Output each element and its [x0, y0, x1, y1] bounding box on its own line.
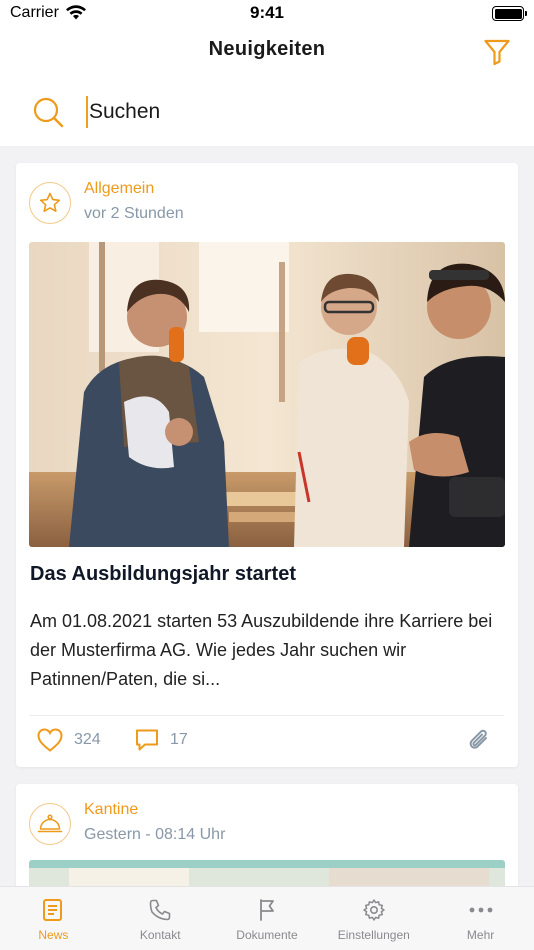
- paperclip-icon: [469, 729, 487, 749]
- post-title[interactable]: Das Ausbildungsjahr startet: [30, 563, 296, 586]
- news-feed[interactable]: Allgemein vor 2 Stunden Das Ausbildungsj…: [0, 146, 534, 886]
- post-timestamp: Gestern - 08:14 Uhr: [84, 826, 226, 843]
- filter-icon: [484, 39, 510, 66]
- search-icon: [33, 97, 64, 128]
- tab-label: Dokumente: [236, 928, 298, 942]
- page-title: Neuigkeiten: [208, 38, 326, 60]
- star-icon: [39, 192, 61, 212]
- like-count: 324: [74, 731, 101, 748]
- post-image[interactable]: [29, 860, 505, 886]
- comment-button[interactable]: 17: [134, 727, 188, 753]
- tab-news[interactable]: News: [0, 887, 107, 950]
- tab-bar: News Kontakt Dokumente Einstellungen Meh…: [0, 886, 534, 950]
- battery-icon: [492, 6, 527, 21]
- search-input[interactable]: [86, 96, 486, 128]
- flag-icon: [254, 897, 280, 923]
- more-icon: [468, 897, 494, 923]
- post-timestamp: vor 2 Stunden: [84, 205, 184, 222]
- search-bar: [0, 78, 534, 146]
- cloche-icon: [37, 814, 63, 833]
- post-image[interactable]: [29, 242, 505, 547]
- category-name[interactable]: Kantine: [84, 801, 138, 819]
- filter-button[interactable]: [482, 36, 512, 68]
- category-badge: [29, 803, 71, 845]
- status-bar: Carrier 9:41: [0, 0, 534, 28]
- news-card[interactable]: Kantine Gestern - 08:14 Uhr: [16, 784, 518, 886]
- card-divider: [30, 715, 504, 716]
- news-icon: [40, 897, 66, 923]
- comment-count: 17: [170, 731, 188, 748]
- heart-icon: [37, 728, 63, 752]
- tab-label: Mehr: [466, 928, 495, 942]
- news-card[interactable]: Allgemein vor 2 Stunden Das Ausbildungsj…: [16, 163, 518, 767]
- like-button[interactable]: 324: [36, 727, 101, 753]
- tab-label: News: [38, 928, 69, 942]
- gear-icon: [361, 897, 387, 923]
- category-name[interactable]: Allgemein: [84, 180, 154, 198]
- post-excerpt[interactable]: Am 01.08.2021 starten 53 Auszubildende i…: [30, 607, 500, 694]
- navigation-bar: Neuigkeiten: [0, 28, 534, 78]
- tab-label: Kontakt: [139, 928, 181, 942]
- attachment-button[interactable]: [466, 727, 492, 758]
- tab-einstellungen[interactable]: Einstellungen: [320, 887, 427, 950]
- status-time: 9:41: [249, 3, 285, 22]
- tab-mehr[interactable]: Mehr: [427, 887, 534, 950]
- tab-kontakt[interactable]: Kontakt: [107, 887, 214, 950]
- tab-label: Einstellungen: [337, 928, 410, 942]
- comment-icon: [136, 729, 158, 751]
- category-badge: [29, 182, 71, 224]
- tab-dokumente[interactable]: Dokumente: [214, 887, 321, 950]
- phone-icon: [147, 897, 173, 923]
